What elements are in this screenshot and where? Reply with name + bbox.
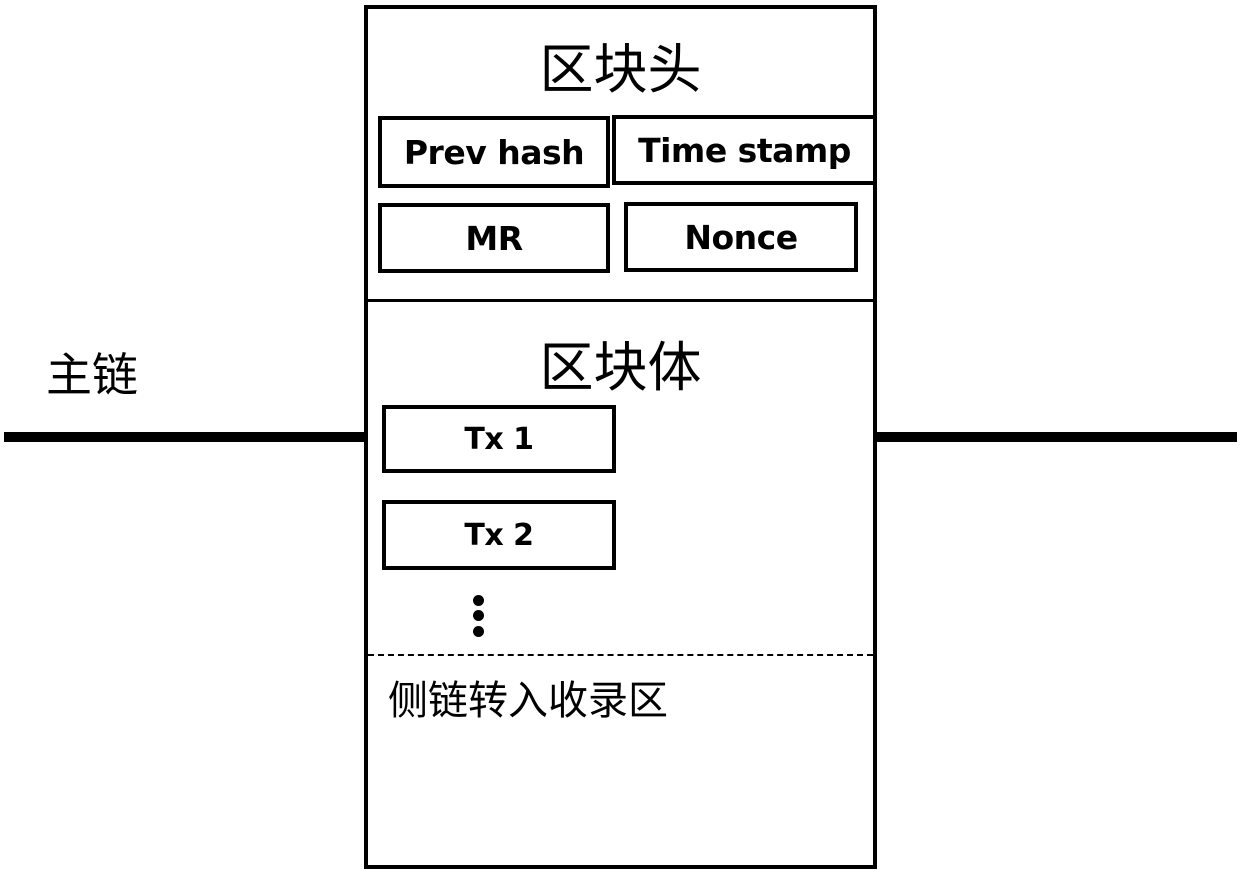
- main-chain-label: 主链: [46, 348, 138, 402]
- header-body-divider: [368, 299, 873, 302]
- main-chain-line-left: [4, 432, 366, 442]
- ellipsis-dot: [473, 610, 484, 621]
- sidechain-zone-divider: [368, 654, 873, 656]
- mr-field: MR: [378, 203, 610, 273]
- ellipsis-dot: [473, 595, 484, 606]
- time-stamp-field: Time stamp: [612, 115, 877, 185]
- block-body-title: 区块体: [539, 336, 702, 399]
- transaction-box: Tx 1: [382, 405, 616, 473]
- sidechain-zone-label: 侧链转入收录区: [388, 678, 668, 724]
- main-chain-line-right: [875, 432, 1237, 442]
- prev-hash-field: Prev hash: [378, 116, 610, 188]
- transaction-box: Tx 2: [382, 500, 616, 570]
- ellipsis-dot: [473, 626, 484, 637]
- block: 区块头 Prev hash Time stamp MR Nonce 区块体 Tx…: [364, 5, 877, 869]
- block-header-title: 区块头: [539, 38, 702, 101]
- more-transactions-ellipsis: [473, 595, 484, 637]
- nonce-field: Nonce: [624, 202, 858, 272]
